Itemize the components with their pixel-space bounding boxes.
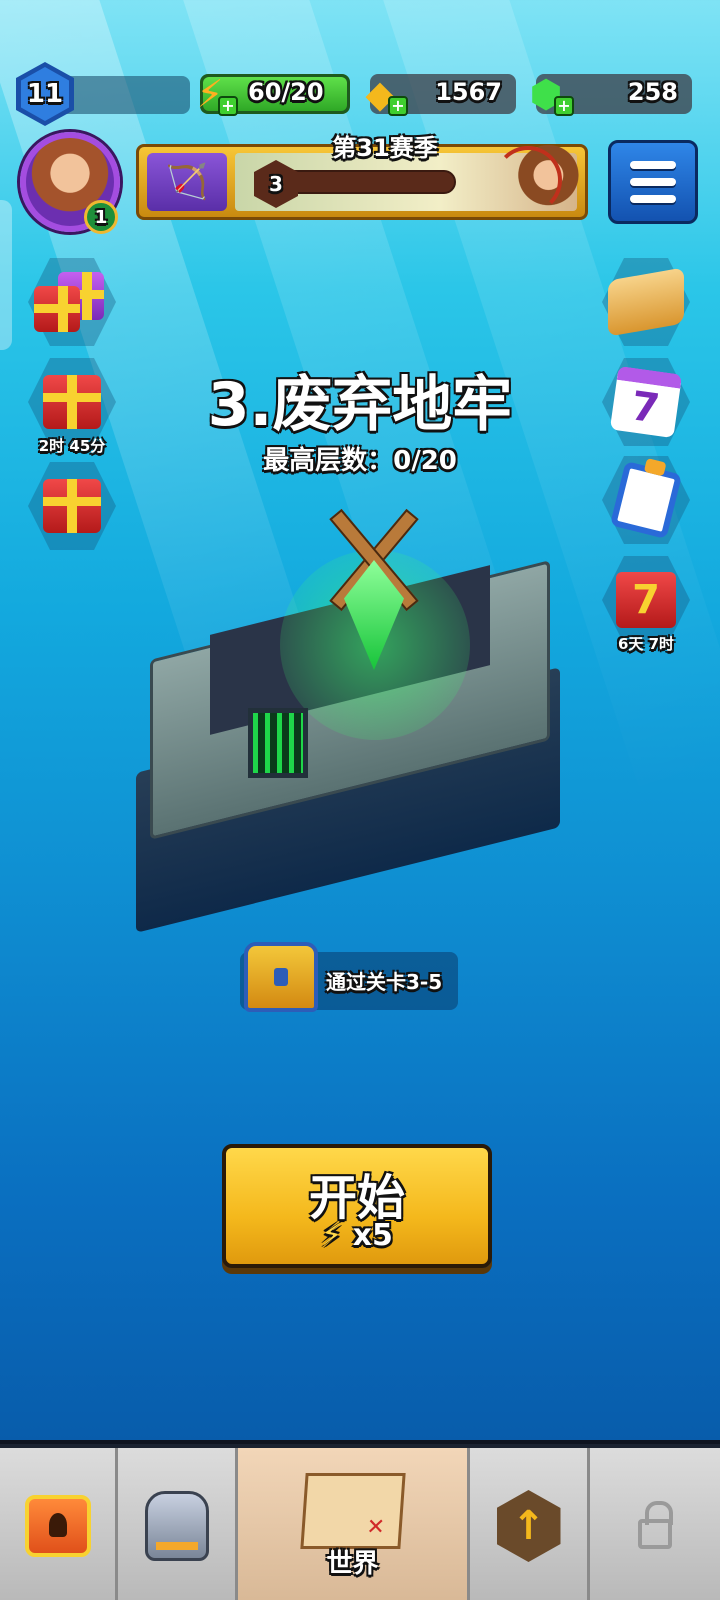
- best-floor-text: 最高层数：0/20: [263, 446, 457, 476]
- dungeon-gate: [248, 708, 308, 778]
- start-cost-value: x5: [352, 1218, 393, 1253]
- start-cost: ⚡ x5: [226, 1218, 488, 1253]
- menu-button[interactable]: [608, 140, 698, 224]
- armor-icon: [144, 1491, 209, 1561]
- tab-world[interactable]: 世界: [238, 1448, 470, 1600]
- tab-locked[interactable]: [590, 1448, 720, 1600]
- gem-value: 258: [627, 78, 678, 106]
- stage-title: 3.废弃地牢: [207, 370, 513, 440]
- energy-counter[interactable]: ⚡ + 60/20: [197, 72, 350, 116]
- lightning-icon: ⚡: [321, 1218, 343, 1253]
- gift-box-icon: [43, 479, 101, 533]
- arrow-up-icon: ↑: [496, 1490, 561, 1562]
- treasure-map-icon: [299, 1473, 406, 1549]
- gift-bundle-button[interactable]: [28, 258, 116, 346]
- land-event-button[interactable]: [602, 258, 690, 346]
- top-hud: 11 ⚡ + 60/20 ◆ + 1567 ⬢ + 258: [14, 62, 706, 126]
- lock-icon: [638, 1501, 673, 1549]
- gold-value: 1567: [435, 78, 502, 106]
- tab-world-label: 世界: [326, 1549, 379, 1579]
- red-gift-icon: [34, 286, 80, 332]
- gift-7-button[interactable]: 7 6天 7时: [602, 556, 690, 653]
- side-drawer-handle[interactable]: [0, 200, 12, 350]
- menu-icon-line: [630, 195, 676, 203]
- seven-gift-icon: 7: [616, 572, 676, 628]
- tab-equipment[interactable]: [118, 1448, 238, 1600]
- treasure-chest-icon[interactable]: [244, 942, 318, 1012]
- chest-icon: [24, 1495, 91, 1557]
- reward-condition-text: 通过关卡3-5: [326, 970, 443, 994]
- energy-value: 60/20: [248, 78, 324, 106]
- bottom-nav: 世界 ↑: [0, 1440, 720, 1600]
- add-gold-icon[interactable]: +: [388, 96, 408, 116]
- season-progress-track: [276, 170, 456, 194]
- add-energy-icon[interactable]: +: [218, 96, 238, 116]
- gold-counter[interactable]: ◆ + 1567: [365, 72, 516, 116]
- archer-hero-portrait: [494, 140, 582, 218]
- tab-shop[interactable]: [0, 1448, 118, 1600]
- menu-icon-line: [630, 178, 676, 186]
- tab-upgrade[interactable]: ↑: [470, 1448, 590, 1600]
- player-level-badge[interactable]: 11: [16, 62, 74, 126]
- dungeon-illustration[interactable]: [130, 490, 570, 933]
- add-gem-icon[interactable]: +: [554, 96, 574, 116]
- player-level: 11: [26, 79, 64, 109]
- menu-icon-line: [630, 161, 676, 169]
- season-title: 第31赛季: [332, 134, 438, 162]
- bow-emblem-icon: 🏹: [147, 153, 227, 211]
- start-button[interactable]: 开始 ⚡ x5: [222, 1144, 492, 1268]
- gem-counter[interactable]: ⬢ + 258: [529, 72, 692, 116]
- avatar-notification-badge: 1: [84, 200, 118, 234]
- gift-7-timer: 6天 7时: [617, 635, 675, 653]
- xp-bar: [66, 76, 190, 114]
